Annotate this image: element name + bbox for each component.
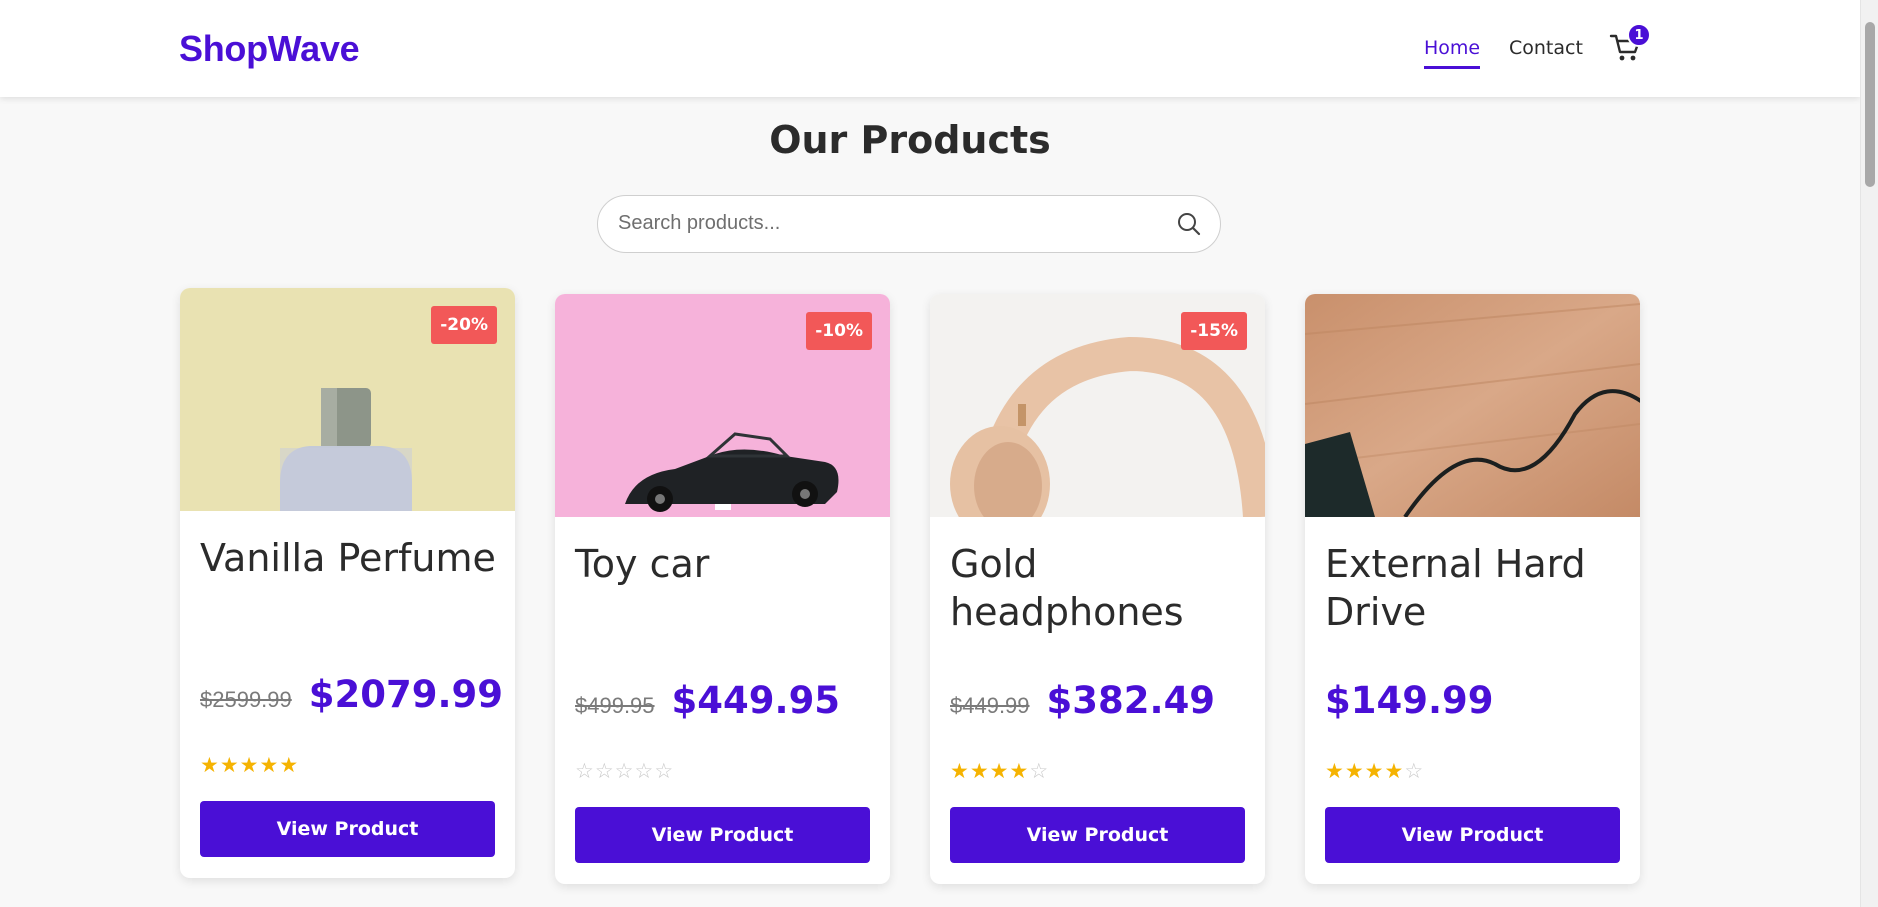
star-empty-icon: ☆	[594, 759, 615, 783]
star-empty-icon: ☆	[575, 759, 595, 783]
sale-price: $449.95	[671, 679, 841, 722]
star-empty-icon: ☆	[1404, 759, 1425, 783]
page-scrollbar[interactable]	[1860, 0, 1878, 907]
star-empty-icon: ☆	[634, 759, 655, 783]
original-price: $2599.99	[200, 687, 292, 712]
sale-price: $2079.99	[308, 673, 504, 716]
original-price: $499.95	[575, 693, 655, 718]
product-image[interactable]	[1305, 294, 1640, 517]
star-filled-icon: ★	[219, 753, 240, 777]
star-filled-icon: ★	[259, 753, 280, 777]
price-row: $2599.99 $2079.99	[200, 673, 503, 716]
product-card[interactable]: -20% Vanilla Perfume $2599.99 $2079.99 ★…	[180, 288, 515, 878]
nav-link-contact[interactable]: Contact	[1509, 37, 1583, 59]
star-empty-icon: ☆	[614, 759, 635, 783]
star-empty-icon: ☆	[654, 759, 675, 783]
search-box	[597, 195, 1221, 253]
view-product-button[interactable]: View Product	[950, 807, 1245, 863]
price-row: $499.95 $449.95	[575, 679, 840, 722]
product-title: Toy car	[575, 542, 710, 586]
nav-link-home[interactable]: Home	[1424, 37, 1481, 69]
star-filled-icon: ★	[1344, 759, 1365, 783]
star-filled-icon: ★	[1364, 759, 1385, 783]
site-header: ShopWave Home Contact 1	[0, 0, 1860, 97]
star-filled-icon: ★	[950, 759, 970, 783]
star-filled-icon: ★	[200, 753, 220, 777]
search-icon[interactable]	[1176, 211, 1202, 237]
sale-price: $149.99	[1325, 679, 1494, 722]
star-rating: ☆☆☆☆☆	[575, 759, 674, 783]
sale-price: $382.49	[1046, 679, 1216, 722]
star-rating: ★★★★★	[200, 753, 299, 777]
product-title: External Hard Drive	[1325, 542, 1586, 634]
view-product-button[interactable]: View Product	[200, 801, 495, 857]
product-card[interactable]: -10% Toy car $499.95 $449.95 ☆☆☆☆☆ View …	[555, 294, 890, 884]
star-empty-icon: ☆	[1029, 759, 1050, 783]
hard-drive-image	[1305, 294, 1640, 517]
product-title: Vanilla Perfume	[200, 536, 496, 580]
scrollbar-thumb[interactable]	[1865, 22, 1875, 187]
product-image[interactable]: -15%	[930, 294, 1265, 517]
star-filled-icon: ★	[1325, 759, 1345, 783]
product-image[interactable]: -10%	[555, 294, 890, 517]
view-product-button[interactable]: View Product	[575, 807, 870, 863]
star-filled-icon: ★	[1384, 759, 1405, 783]
product-card[interactable]: External Hard Drive $149.99 ★★★★☆ View P…	[1305, 294, 1640, 884]
discount-badge: -15%	[1181, 312, 1247, 350]
star-rating: ★★★★☆	[950, 759, 1049, 783]
star-filled-icon: ★	[1009, 759, 1030, 783]
discount-badge: -10%	[806, 312, 872, 350]
star-filled-icon: ★	[239, 753, 260, 777]
page-title: Our Products	[769, 118, 1051, 162]
star-filled-icon: ★	[969, 759, 990, 783]
star-rating: ★★★★☆	[1325, 759, 1424, 783]
star-filled-icon: ★	[279, 753, 300, 777]
product-image[interactable]: -20%	[180, 288, 515, 511]
price-row: $449.99 $382.49	[950, 679, 1215, 722]
product-title: Gold headphones	[950, 542, 1184, 634]
star-filled-icon: ★	[989, 759, 1010, 783]
cart-count-badge: 1	[1627, 23, 1651, 47]
discount-badge: -20%	[431, 306, 497, 344]
search-input[interactable]	[618, 196, 1158, 251]
product-card[interactable]: -15% Gold headphones $449.99 $382.49 ★★★…	[930, 294, 1265, 884]
view-product-button[interactable]: View Product	[1325, 807, 1620, 863]
site-logo[interactable]: ShopWave	[179, 28, 360, 70]
price-row: $149.99	[1325, 679, 1494, 722]
original-price: $449.99	[950, 693, 1030, 718]
